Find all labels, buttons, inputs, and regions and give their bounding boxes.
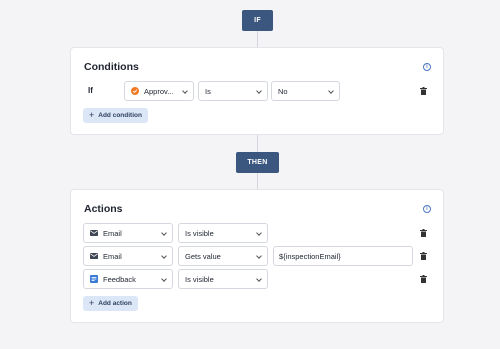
action-type-select[interactable]: Is visible bbox=[178, 223, 268, 243]
trash-icon[interactable] bbox=[420, 252, 427, 260]
condition-if-label: If bbox=[88, 86, 93, 95]
chevron-down-icon bbox=[161, 276, 167, 282]
approval-icon bbox=[131, 87, 139, 95]
action-row: Feedback Is visible bbox=[83, 269, 431, 289]
then-block-label: THEN bbox=[236, 152, 279, 173]
mail-icon bbox=[90, 230, 98, 236]
connector-line bbox=[257, 31, 258, 48]
action-type-value: Is visible bbox=[185, 274, 214, 284]
action-field-value: Email bbox=[103, 251, 122, 261]
action-field-select[interactable]: Email bbox=[83, 223, 173, 243]
trash-icon[interactable] bbox=[420, 229, 427, 237]
info-icon[interactable]: i bbox=[423, 205, 431, 213]
add-action-label: Add action bbox=[98, 300, 132, 307]
actions-card: Actions i Email Is visible Email Gets va… bbox=[70, 189, 444, 323]
plus-icon: + bbox=[89, 110, 95, 120]
action-field-value: Email bbox=[103, 228, 122, 238]
condition-field-value: Approv... bbox=[144, 86, 174, 96]
action-field-value: Feedback bbox=[103, 274, 136, 284]
mail-icon bbox=[90, 253, 98, 259]
connector-line bbox=[257, 134, 258, 152]
conditions-card: Conditions i If Approv... Is No + Add co… bbox=[70, 47, 444, 135]
action-type-value: Gets value bbox=[185, 251, 221, 261]
action-type-value: Is visible bbox=[185, 228, 214, 238]
conditions-title: Conditions bbox=[84, 61, 139, 73]
action-value-input[interactable]: ${inspectionEmail} bbox=[273, 246, 413, 266]
action-row: Email Gets value ${inspectionEmail} bbox=[83, 246, 431, 266]
trash-icon[interactable] bbox=[420, 275, 427, 283]
chevron-down-icon bbox=[256, 276, 262, 282]
add-condition-button[interactable]: + Add condition bbox=[83, 108, 148, 123]
condition-row: If Approv... Is No bbox=[83, 81, 431, 101]
action-field-select[interactable]: Feedback bbox=[83, 269, 173, 289]
trash-icon[interactable] bbox=[420, 87, 427, 95]
add-condition-label: Add condition bbox=[98, 112, 142, 119]
chevron-down-icon bbox=[256, 230, 262, 236]
action-type-select[interactable]: Gets value bbox=[178, 246, 268, 266]
plus-icon: + bbox=[89, 298, 95, 308]
chevron-down-icon bbox=[161, 253, 167, 259]
info-icon[interactable]: i bbox=[423, 63, 431, 71]
condition-field-select[interactable]: Approv... bbox=[124, 81, 194, 101]
add-action-button[interactable]: + Add action bbox=[83, 296, 138, 311]
condition-value-select[interactable]: No bbox=[271, 81, 340, 101]
chevron-down-icon bbox=[256, 88, 262, 94]
action-row: Email Is visible bbox=[83, 223, 431, 243]
if-block-label: IF bbox=[242, 10, 273, 31]
actions-title: Actions bbox=[84, 203, 123, 215]
action-type-select[interactable]: Is visible bbox=[178, 269, 268, 289]
condition-operator-value: Is bbox=[205, 86, 211, 96]
condition-value-value: No bbox=[278, 86, 288, 96]
condition-operator-select[interactable]: Is bbox=[198, 81, 268, 101]
list-icon bbox=[90, 275, 98, 283]
chevron-down-icon bbox=[182, 88, 188, 94]
chevron-down-icon bbox=[161, 230, 167, 236]
connector-line bbox=[257, 172, 258, 190]
action-value-text: ${inspectionEmail} bbox=[279, 251, 341, 261]
action-field-select[interactable]: Email bbox=[83, 246, 173, 266]
chevron-down-icon bbox=[256, 253, 262, 259]
chevron-down-icon bbox=[328, 88, 334, 94]
